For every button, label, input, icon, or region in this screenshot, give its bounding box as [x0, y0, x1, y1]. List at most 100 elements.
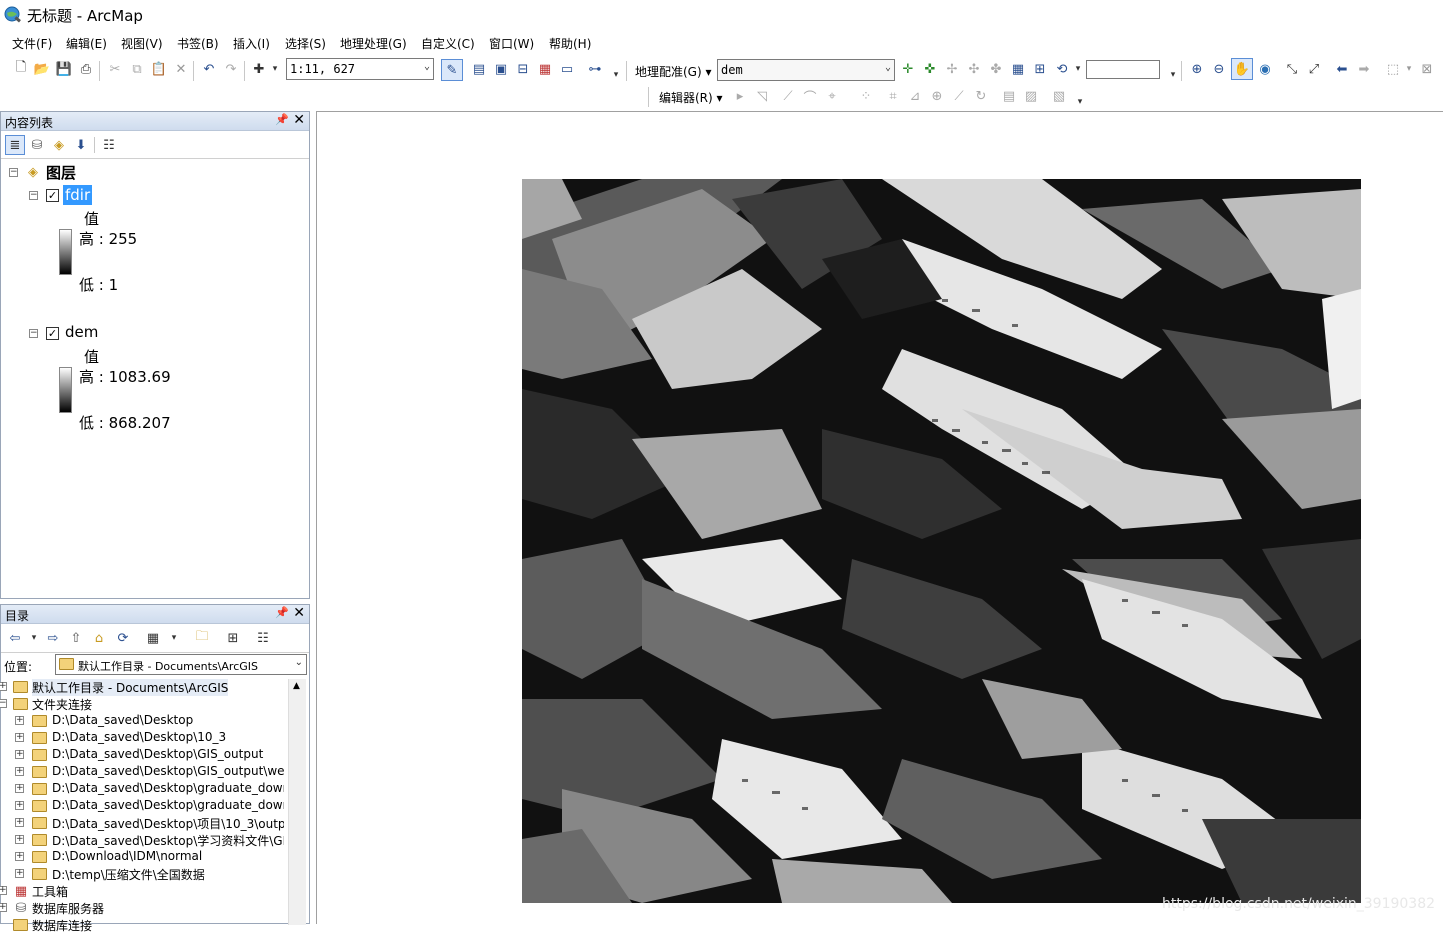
delete-icon[interactable]: ✕: [172, 60, 190, 78]
expand-icon[interactable]: +: [15, 801, 24, 810]
chevron-down-icon[interactable]: ▾: [165, 629, 183, 647]
create-features-icon[interactable]: ▧: [1050, 87, 1068, 105]
full-extent-globe-icon[interactable]: ◉: [1256, 60, 1274, 78]
tree-item[interactable]: D:\Download\IDM\normal: [52, 849, 202, 863]
undo-icon[interactable]: ↶: [200, 60, 218, 78]
fixed-zoom-in-icon[interactable]: ⤡: [1283, 60, 1301, 78]
tree-item[interactable]: D:\Data_saved\Desktop\GIS_output: [52, 747, 263, 761]
expand-icon[interactable]: +: [0, 886, 7, 895]
pin-icon[interactable]: 📌: [275, 113, 289, 126]
tree-item[interactable]: 工具箱: [32, 883, 68, 900]
auto-adjust-icon[interactable]: ✜: [921, 60, 939, 78]
menu-customize[interactable]: 自定义(C): [421, 35, 475, 52]
expand-icon[interactable]: +: [15, 784, 24, 793]
collapse-icon[interactable]: −: [29, 329, 38, 338]
edit-tool-icon[interactable]: ▸: [731, 87, 749, 105]
chevron-down-icon[interactable]: ▾: [25, 629, 43, 647]
chevron-down-icon[interactable]: ▾: [1069, 60, 1087, 78]
sketch-properties-icon[interactable]: ▨: [1022, 87, 1040, 105]
views-icon[interactable]: ▦: [144, 629, 162, 647]
menu-insert[interactable]: 插入(I): [233, 35, 270, 52]
table-of-contents-icon[interactable]: ▤: [470, 60, 488, 78]
straight-segment-icon[interactable]: ⟋: [779, 87, 797, 105]
paste-icon[interactable]: 📋: [150, 60, 168, 78]
menu-windows[interactable]: 窗口(W): [489, 35, 534, 52]
layer-name-fdir[interactable]: fdir: [63, 185, 93, 205]
save-icon[interactable]: 💾: [55, 60, 73, 78]
menu-file[interactable]: 文件(F): [12, 35, 52, 52]
tree-item[interactable]: D:\Data_saved\Desktop: [52, 713, 193, 727]
layer-name-dem[interactable]: dem: [65, 323, 98, 341]
expand-icon[interactable]: +: [15, 733, 24, 742]
catalog-window-icon[interactable]: ▣: [492, 60, 510, 78]
tree-item[interactable]: D:\Data_saved\Desktop\GIS_output\wee: [52, 764, 284, 778]
georeference-layer-combo[interactable]: dem ⌄: [717, 59, 895, 81]
scale-icon[interactable]: ✤: [987, 60, 1005, 78]
collapse-icon[interactable]: −: [0, 699, 7, 708]
fixed-zoom-out-icon[interactable]: ⤢: [1305, 60, 1323, 78]
collapse-icon[interactable]: −: [9, 168, 18, 177]
tree-item[interactable]: 数据库连接: [32, 917, 92, 934]
chevron-down-icon[interactable]: ⌄: [424, 61, 430, 72]
menu-selection[interactable]: 选择(S): [285, 35, 326, 52]
rotation-angle-input[interactable]: [1086, 60, 1160, 79]
back-arrow-icon[interactable]: ⬅: [1333, 60, 1351, 78]
clear-selection-icon[interactable]: ⊠: [1418, 60, 1436, 78]
list-by-drawing-order-icon[interactable]: ≣: [5, 135, 25, 155]
expand-icon[interactable]: +: [15, 767, 24, 776]
toolbar-options-icon[interactable]: ▾: [1164, 66, 1182, 84]
zoom-out-icon[interactable]: ⊖: [1210, 60, 1228, 78]
tree-item[interactable]: 数据库服务器: [32, 900, 104, 917]
scroll-up-icon[interactable]: ▲: [293, 681, 300, 691]
copy-icon[interactable]: ⧉: [128, 60, 146, 78]
layers-root-label[interactable]: 图层: [46, 162, 76, 183]
viewer-icon[interactable]: ⊞: [1031, 60, 1049, 78]
expand-icon[interactable]: +: [15, 835, 24, 844]
tree-item[interactable]: D:\Data_saved\Desktop\graduate_down: [52, 798, 284, 812]
redo-icon[interactable]: ↷: [222, 60, 240, 78]
refresh-icon[interactable]: ⟳: [114, 629, 132, 647]
tree-item[interactable]: D:\Data_saved\Desktop\10_3: [52, 730, 226, 744]
close-icon[interactable]: ✕: [293, 112, 305, 128]
open-folder-icon[interactable]: 📂: [33, 60, 51, 78]
location-combo[interactable]: 默认工作目录 - Documents\ArcGIS ⌄: [55, 654, 307, 675]
chevron-down-icon[interactable]: ▾: [1400, 60, 1418, 78]
zoom-in-icon[interactable]: ⊕: [1188, 60, 1206, 78]
menu-bookmarks[interactable]: 书签(B): [177, 35, 219, 52]
expand-icon[interactable]: +: [15, 716, 24, 725]
split-icon[interactable]: ⟋: [950, 87, 968, 105]
raster-map-display[interactable]: [522, 179, 1361, 903]
catalog-scrollbar[interactable]: ▲: [288, 679, 306, 925]
cut-icon[interactable]: ✂: [106, 60, 124, 78]
expand-icon[interactable]: +: [0, 682, 7, 691]
expand-icon[interactable]: +: [15, 818, 24, 827]
edit-annotation-icon[interactable]: ◹: [753, 87, 771, 105]
home-icon[interactable]: ⌂: [90, 629, 108, 647]
tree-item[interactable]: 默认工作目录 - Documents\ArcGIS: [32, 679, 229, 696]
tree-item[interactable]: D:\Data_saved\Desktop\graduate_down: [52, 781, 284, 795]
list-by-selection-icon[interactable]: ⬇: [72, 136, 90, 154]
forward-arrow-icon[interactable]: ➡: [1355, 60, 1373, 78]
editor-menu[interactable]: 编辑器(R) ▾: [659, 89, 723, 106]
close-icon[interactable]: ✕: [293, 605, 305, 621]
view-link-table-icon[interactable]: ▦: [1009, 60, 1027, 78]
tree-item[interactable]: 文件夹连接: [32, 696, 92, 713]
menu-help[interactable]: 帮助(H): [549, 35, 591, 52]
list-by-source-icon[interactable]: ⛁: [28, 136, 46, 154]
back-arrow-icon[interactable]: ⇦: [6, 629, 24, 647]
trace-icon[interactable]: ⌖: [823, 87, 841, 105]
expand-icon[interactable]: +: [15, 869, 24, 878]
forward-arrow-icon[interactable]: ⇨: [44, 629, 62, 647]
collapse-icon[interactable]: −: [29, 191, 38, 200]
cut-polygons-icon[interactable]: ⊕: [928, 87, 946, 105]
python-window-icon[interactable]: ▭: [558, 60, 576, 78]
endpoint-arc-icon[interactable]: ⌒: [801, 87, 819, 106]
search-window-icon[interactable]: ⊟: [514, 60, 532, 78]
chevron-down-icon[interactable]: ⌄: [885, 62, 891, 73]
tree-item[interactable]: D:\Data_saved\Desktop\学习资料文件\GI: [52, 832, 284, 849]
editor-toolbar-icon[interactable]: ✎: [441, 59, 463, 81]
shift-icon[interactable]: ✣: [965, 60, 983, 78]
menu-view[interactable]: 视图(V): [121, 35, 163, 52]
edit-vertices-icon[interactable]: ⌗: [884, 87, 902, 105]
toggle-contents-icon[interactable]: ⊞: [224, 629, 242, 647]
